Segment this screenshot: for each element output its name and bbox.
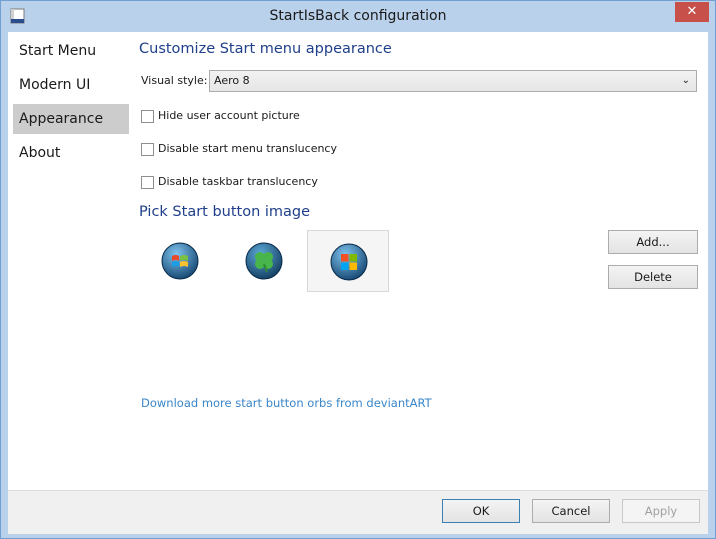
- checkbox-label: Disable taskbar translucency: [158, 175, 318, 188]
- disable-menu-translucency-checkbox[interactable]: Disable start menu translucency: [141, 142, 337, 158]
- config-window: StartIsBack configuration ✕ Start Menu M…: [0, 0, 716, 539]
- chevron-down-icon: ⌄: [681, 75, 690, 86]
- sidebar-nav: Start Menu Modern UI Appearance About: [13, 36, 129, 172]
- orb-option-clover[interactable]: [223, 230, 305, 292]
- sidebar-item-appearance[interactable]: Appearance: [13, 104, 129, 134]
- disable-taskbar-translucency-checkbox[interactable]: Disable taskbar translucency: [141, 175, 318, 191]
- ok-button[interactable]: OK: [442, 499, 520, 523]
- checkbox-box[interactable]: [141, 142, 154, 156]
- close-button[interactable]: ✕: [675, 2, 709, 22]
- checkbox-box[interactable]: [141, 109, 154, 123]
- sidebar-item-start-menu[interactable]: Start Menu: [13, 36, 129, 66]
- deviantart-link[interactable]: Download more start button orbs from dev…: [141, 396, 432, 410]
- visual-style-value: Aero 8: [214, 74, 250, 87]
- clover-orb-icon: [245, 242, 283, 280]
- appearance-panel: Customize Start menu appearance Visual s…: [139, 32, 707, 490]
- visual-style-select[interactable]: Aero 8 ⌄: [209, 70, 697, 92]
- windows-8-orb-icon: [330, 243, 368, 281]
- windows-7-orb-icon: [161, 242, 199, 280]
- client-area: Start Menu Modern UI Appearance About Cu…: [8, 32, 708, 490]
- delete-button[interactable]: Delete: [608, 265, 698, 289]
- hide-account-picture-checkbox[interactable]: Hide user account picture: [141, 109, 300, 125]
- apply-button[interactable]: Apply: [622, 499, 700, 523]
- cancel-button[interactable]: Cancel: [532, 499, 610, 523]
- add-button[interactable]: Add...: [608, 230, 698, 254]
- checkbox-label: Hide user account picture: [158, 109, 300, 122]
- sidebar-item-about[interactable]: About: [13, 138, 129, 168]
- section-title-customize: Customize Start menu appearance: [139, 41, 392, 57]
- sidebar-item-modern-ui[interactable]: Modern UI: [13, 70, 129, 100]
- orb-option-windows8[interactable]: [307, 230, 389, 292]
- section-title-pick-button: Pick Start button image: [139, 204, 311, 220]
- close-icon: ✕: [686, 4, 698, 19]
- checkbox-label: Disable start menu translucency: [158, 142, 337, 155]
- dialog-footer: OK Cancel Apply: [8, 490, 708, 534]
- visual-style-label: Visual style:: [141, 74, 208, 87]
- title-bar[interactable]: StartIsBack configuration ✕: [1, 1, 715, 32]
- window-title: StartIsBack configuration: [269, 8, 447, 24]
- checkbox-box[interactable]: [141, 175, 154, 189]
- orb-option-windows7[interactable]: [139, 230, 221, 292]
